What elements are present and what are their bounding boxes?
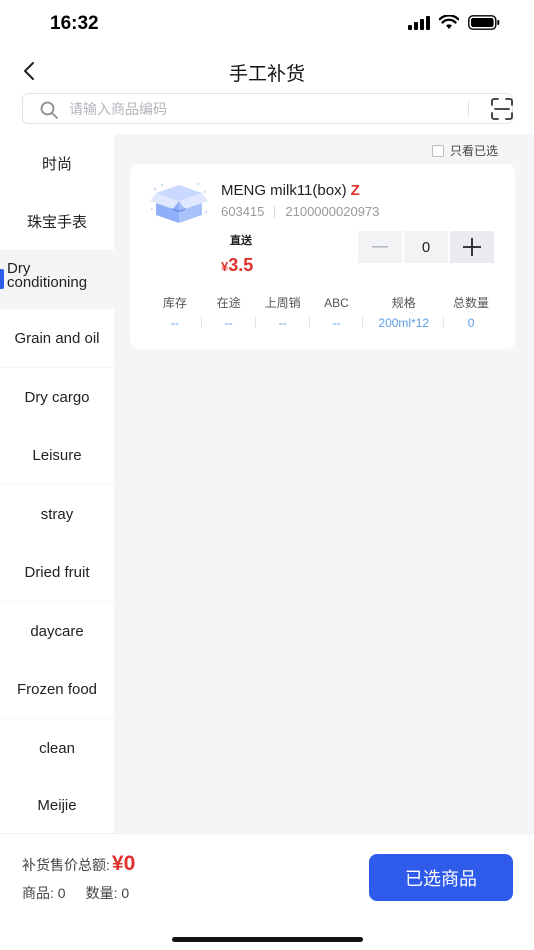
home-indicator — [172, 937, 363, 942]
code-divider — [274, 205, 276, 218]
sidebar-item-label: stray — [40, 505, 74, 523]
product-tag: Z — [350, 182, 360, 199]
stat-value: 200ml*12 — [378, 316, 430, 330]
stat-label: 库存 — [162, 296, 187, 310]
sidebar-item-dry-conditioning[interactable]: Dry conditioning — [0, 251, 114, 309]
box-icon — [150, 182, 208, 223]
nav-header: 手工补货 — [0, 48, 534, 92]
sidebar-item-label: Frozen food — [16, 680, 98, 698]
qty-value: 0 — [121, 885, 130, 901]
product-stats: 库存 -- 在途 -- 上周销 -- ABC -- 规格 200ml*12 总数… — [148, 294, 498, 334]
quantity-value[interactable]: 0 — [404, 231, 448, 263]
stat-value: 0 — [467, 316, 475, 330]
search-icon — [40, 101, 58, 119]
signal-icon — [408, 15, 430, 30]
stat-stock: 库存 -- — [148, 294, 202, 334]
sidebar-item-fashion[interactable]: 时尚 — [0, 134, 114, 192]
category-sidebar: 时尚 珠宝手表 Dry conditioning Grain and oil D… — [0, 134, 114, 833]
selected-goods-button[interactable]: 已选商品 — [369, 854, 513, 901]
stat-total-qty: 总数量 0 — [444, 294, 498, 334]
battery-icon — [468, 15, 500, 30]
sidebar-item-dried-fruit[interactable]: Dried fruit — [0, 543, 114, 601]
sidebar-item-stray[interactable]: stray — [0, 485, 114, 543]
only-selected-checkbox[interactable] — [431, 144, 444, 157]
total-amount: ¥0 — [111, 852, 136, 875]
sidebar-item-label: Meijie — [37, 796, 77, 814]
stat-abc: ABC -- — [310, 294, 364, 334]
sidebar-item-label: Dried fruit — [24, 563, 90, 581]
sidebar-item-clean[interactable]: clean — [0, 719, 114, 777]
plus-icon — [463, 238, 481, 256]
only-selected-filter[interactable]: 只看已选 — [431, 142, 498, 159]
stat-last-week-sales: 上周销 -- — [256, 294, 310, 334]
sidebar-item-jewelry-watches[interactable]: 珠宝手表 — [0, 192, 114, 250]
sidebar-item-label: Dry cargo — [24, 388, 90, 406]
product-list-area: 只看已选 MENG milk11(box) Z 603415 210000002… — [114, 134, 534, 833]
active-indicator — [0, 269, 4, 289]
sidebar-item-meijie[interactable]: Meijie — [0, 777, 114, 833]
sidebar-item-frozen-food[interactable]: Frozen food — [0, 660, 114, 718]
stat-label: 在途 — [216, 296, 241, 310]
product-name-line: MENG milk11(box) Z — [221, 182, 360, 199]
search-bar — [22, 93, 513, 124]
sidebar-item-label: Grain and oil — [14, 329, 100, 347]
sidebar-item-label: 珠宝手表 — [26, 213, 87, 231]
increment-button[interactable] — [450, 231, 494, 263]
total-line: 补货售价总额: ¥0 — [22, 852, 135, 876]
sidebar-item-label: Dry conditioning — [7, 260, 88, 291]
count-line: 商品: 0 数量: 0 — [22, 883, 129, 903]
stat-value: -- — [332, 316, 341, 330]
stat-label: ABC — [324, 296, 349, 310]
stat-in-transit: 在途 -- — [202, 294, 256, 334]
minus-icon — [372, 246, 388, 248]
stat-value: -- — [224, 316, 233, 330]
page-title: 手工补货 — [228, 64, 305, 85]
qty-label: 数量: — [85, 885, 118, 901]
sidebar-item-label: Leisure — [32, 446, 82, 464]
search-divider — [468, 100, 469, 118]
only-selected-label: 只看已选 — [449, 144, 498, 158]
bottom-summary-bar: 补货售价总额: ¥0 商品: 0 数量: 0 已选商品 — [0, 833, 534, 950]
sidebar-item-daycare[interactable]: daycare — [0, 602, 114, 660]
app-screen: 16:32 手工补货 请输入商品编码 时尚 珠宝手表 Dry condition… — [0, 0, 534, 950]
sidebar-item-grain-and-oil[interactable]: Grain and oil — [0, 309, 114, 367]
stat-label: 规格 — [391, 296, 416, 310]
price-amount: 3.5 — [228, 255, 254, 275]
sidebar-item-label: 时尚 — [41, 155, 72, 173]
sidebar-item-label: clean — [39, 739, 75, 757]
goods-value: 0 — [57, 885, 66, 901]
stat-label: 总数量 — [453, 296, 490, 310]
status-time: 16:32 — [50, 13, 99, 34]
product-card[interactable]: MENG milk11(box) Z 603415 2100000020973 直… — [130, 164, 515, 349]
product-code: 603415 — [221, 204, 265, 219]
decrement-button[interactable] — [358, 231, 402, 263]
goods-count: 商品: 0 — [22, 883, 66, 903]
product-codes: 603415 2100000020973 — [221, 204, 379, 219]
total-label: 补货售价总额: — [22, 857, 110, 873]
status-bar: 16:32 — [0, 0, 534, 48]
stat-value: -- — [278, 316, 287, 330]
stat-value: -- — [170, 316, 179, 330]
product-price: ¥3.5 — [221, 255, 253, 276]
stat-label: 上周销 — [264, 296, 301, 310]
scan-icon[interactable] — [490, 97, 514, 121]
goods-label: 商品: — [22, 885, 54, 901]
wifi-icon — [439, 15, 459, 29]
stat-spec: 规格 200ml*12 — [363, 294, 445, 334]
sidebar-item-leisure[interactable]: Leisure — [0, 426, 114, 484]
sidebar-item-label: daycare — [30, 622, 84, 640]
sidebar-item-dry-cargo[interactable]: Dry cargo — [0, 368, 114, 426]
product-name: MENG milk11(box) — [221, 182, 347, 199]
search-input[interactable] — [69, 98, 449, 120]
qty-count: 数量: 0 — [86, 883, 130, 903]
ship-tag: 直送 — [230, 235, 252, 247]
status-icons — [408, 15, 500, 30]
product-barcode: 2100000020973 — [285, 204, 380, 219]
quantity-stepper: 0 — [358, 231, 494, 263]
